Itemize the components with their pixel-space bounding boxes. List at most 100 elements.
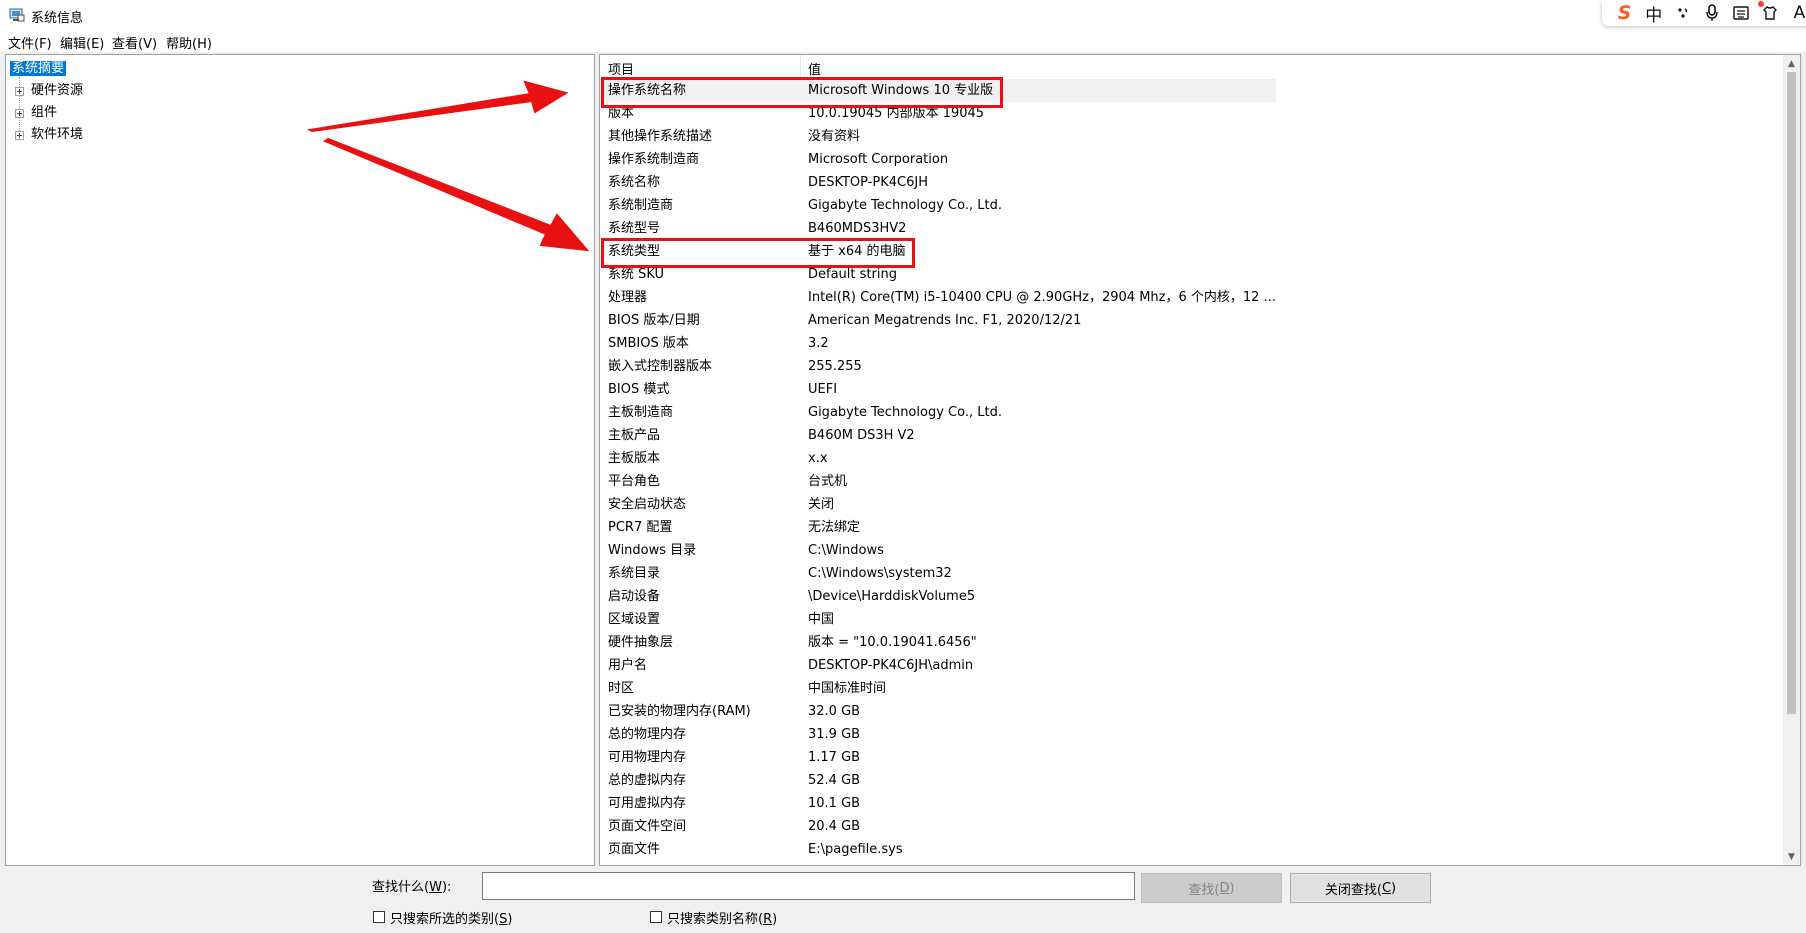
row-value-cell: 版本 = "10.0.19041.6456" — [808, 635, 977, 650]
table-row[interactable]: BIOS 模式 UEFI — [600, 378, 1276, 401]
table-row[interactable]: 处理器 Intel(R) Core(TM) i5-10400 CPU @ 2.90… — [600, 286, 1276, 309]
row-value-cell: 31.9 GB — [808, 727, 861, 742]
scroll-down-icon[interactable]: ▼ — [1783, 848, 1800, 865]
row-item-cell: 主板版本 — [608, 451, 661, 466]
row-value-cell: UEFI — [808, 382, 838, 397]
column-header-item[interactable]: 项目 — [608, 59, 634, 78]
row-value-cell: 32.0 GB — [808, 704, 861, 719]
row-value-cell: B460MDS3HV2 — [808, 221, 907, 236]
row-value-cell: DESKTOP-PK4C6JH\admin — [808, 658, 974, 673]
table-row[interactable]: 区域设置 中国 — [600, 608, 1276, 631]
table-row[interactable]: 系统名称 DESKTOP-PK4C6JH — [600, 171, 1276, 194]
row-value-cell: 10.1 GB — [808, 796, 861, 811]
keyboard-icon[interactable] — [1727, 0, 1756, 26]
row-item-cell: 处理器 — [608, 290, 648, 305]
row-item-cell: 其他操作系统描述 — [608, 129, 713, 144]
table-row[interactable]: 页面文件空间 20.4 GB — [600, 815, 1276, 838]
find-what-input[interactable] — [482, 872, 1135, 900]
expand-icon[interactable] — [15, 87, 24, 96]
tree-item-software-environment[interactable]: 软件环境 — [14, 125, 154, 145]
punctuation-icon[interactable] — [1668, 0, 1697, 26]
table-row[interactable]: 已安装的物理内存(RAM) 32.0 GB — [600, 700, 1276, 723]
table-row[interactable]: 其他操作系统描述 没有资料 — [600, 125, 1276, 148]
microphone-icon[interactable] — [1697, 0, 1726, 26]
table-row[interactable]: 主板版本 x.x — [600, 447, 1276, 470]
row-value-cell: 关闭 — [808, 497, 835, 512]
row-value-cell: 中国 — [808, 612, 835, 627]
table-row[interactable]: 总的物理内存 31.9 GB — [600, 723, 1276, 746]
row-item-cell: 启动设备 — [608, 589, 661, 604]
table-row[interactable]: 主板制造商 Gigabyte Technology Co., Ltd. — [600, 401, 1276, 424]
row-item-cell: 区域设置 — [608, 612, 661, 627]
table-row[interactable]: 时区 中国标准时间 — [600, 677, 1276, 700]
row-value-cell: 1.17 GB — [808, 750, 861, 765]
tree-item-components[interactable]: 组件 — [14, 103, 154, 123]
table-row[interactable]: PCR7 配置 无法绑定 — [600, 516, 1276, 539]
row-item-cell: 时区 — [608, 681, 635, 696]
table-row[interactable]: 总的虚拟内存 52.4 GB — [600, 769, 1276, 792]
tree-item-system-summary[interactable]: 系统摘要 — [10, 59, 67, 79]
row-item-cell: 安全启动状态 — [608, 497, 687, 512]
annotation-box-os-name — [601, 77, 1003, 108]
expand-icon[interactable] — [15, 109, 24, 118]
table-row[interactable]: 系统制造商 Gigabyte Technology Co., Ltd. — [600, 194, 1276, 217]
row-value-cell: Gigabyte Technology Co., Ltd. — [808, 198, 1002, 213]
search-selected-category-label[interactable]: 只搜索所选的类别(S) — [390, 908, 512, 927]
sogou-logo-icon[interactable]: S — [1610, 0, 1639, 26]
menu-edit[interactable]: 编辑(E) — [60, 33, 104, 52]
search-category-names-label[interactable]: 只搜索类别名称(R) — [667, 908, 777, 927]
close-find-button[interactable]: 关闭查找(C) — [1290, 873, 1431, 903]
row-item-cell: 系统型号 — [608, 221, 661, 236]
menu-help[interactable]: 帮助(H) — [166, 33, 212, 52]
row-value-cell: C:\Windows — [808, 543, 884, 558]
title-bar: 系统信息 — [0, 0, 1806, 30]
search-selected-category-checkbox[interactable] — [373, 911, 385, 923]
row-item-cell: 总的虚拟内存 — [608, 773, 687, 788]
table-row[interactable]: 主板产品 B460M DS3H V2 — [600, 424, 1276, 447]
ime-overflow-label[interactable]: A — [1785, 0, 1806, 26]
row-value-cell: C:\Windows\system32 — [808, 566, 952, 581]
table-row[interactable]: 页面文件 E:\pagefile.sys — [600, 838, 1276, 861]
expand-icon[interactable] — [15, 131, 24, 140]
table-row[interactable]: 安全启动状态 关闭 — [600, 493, 1276, 516]
table-row[interactable]: 可用物理内存 1.17 GB — [600, 746, 1276, 769]
annotation-box-system-type — [601, 238, 915, 268]
table-row[interactable]: Windows 目录 C:\Windows — [600, 539, 1276, 562]
row-value-cell: E:\pagefile.sys — [808, 842, 903, 857]
notification-dot — [1758, 1, 1764, 7]
table-row[interactable]: BIOS 版本/日期 American Megatrends Inc. F1, 2… — [600, 309, 1276, 332]
row-value-cell: \Device\HarddiskVolume5 — [808, 589, 976, 604]
table-row[interactable]: 可用虚拟内存 10.1 GB — [600, 792, 1276, 815]
table-row[interactable]: 嵌入式控制器版本 255.255 — [600, 355, 1276, 378]
column-header-value[interactable]: 值 — [808, 59, 821, 78]
row-item-cell: 用户名 — [608, 658, 648, 673]
row-item-cell: 页面文件 — [608, 842, 661, 857]
table-row[interactable]: 启动设备 \Device\HarddiskVolume5 — [600, 585, 1276, 608]
ime-mode-toggle[interactable]: 中 — [1639, 0, 1668, 26]
tree-item-label: 系统摘要 — [10, 61, 67, 76]
menu-view[interactable]: 查看(V) — [112, 33, 157, 52]
category-tree[interactable]: 系统摘要 硬件资源 组件 软件环境 — [5, 54, 595, 866]
table-row[interactable]: 用户名 DESKTOP-PK4C6JH\admin — [600, 654, 1276, 677]
row-value-cell: 台式机 — [808, 474, 848, 489]
scroll-thumb[interactable] — [1787, 72, 1796, 714]
column-divider[interactable] — [800, 55, 801, 79]
menu-file[interactable]: 文件(F) — [8, 33, 52, 52]
table-row[interactable]: 硬件抽象层 版本 = "10.0.19041.6456" — [600, 631, 1276, 654]
find-button[interactable]: 查找(D) — [1141, 873, 1282, 903]
table-row[interactable]: 平台角色 台式机 — [600, 470, 1276, 493]
search-category-names-checkbox[interactable] — [650, 911, 662, 923]
row-item-cell: 可用虚拟内存 — [608, 796, 687, 811]
row-value-cell: 255.255 — [808, 359, 862, 374]
table-row[interactable]: 操作系统制造商 Microsoft Corporation — [600, 148, 1276, 171]
window-title: 系统信息 — [31, 11, 84, 26]
row-value-cell: x.x — [808, 451, 828, 466]
table-row[interactable]: 系统目录 C:\Windows\system32 — [600, 562, 1276, 585]
table-row[interactable]: 系统型号 B460MDS3HV2 — [600, 217, 1276, 240]
table-row[interactable]: SMBIOS 版本 3.2 — [600, 332, 1276, 355]
scroll-up-icon[interactable]: ▲ — [1783, 55, 1800, 72]
vertical-scrollbar[interactable]: ▲ ▼ — [1783, 55, 1800, 865]
tree-item-hardware-resources[interactable]: 硬件资源 — [14, 81, 154, 101]
menu-bar: 文件(F) 编辑(E) 查看(V) 帮助(H) — [0, 30, 1806, 52]
details-list[interactable]: 项目 值 操作系统名称 Microsoft Windows 10 专业版 版本 10.… — [599, 54, 1801, 866]
